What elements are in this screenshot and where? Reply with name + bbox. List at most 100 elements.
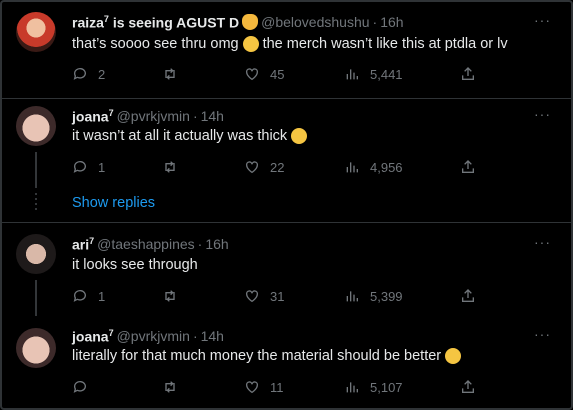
like-button[interactable]: 11 bbox=[244, 379, 284, 395]
avatar[interactable] bbox=[16, 234, 56, 274]
tweet-text: literally for that much money the materi… bbox=[72, 348, 462, 364]
views-icon bbox=[346, 162, 358, 173]
like-count: 22 bbox=[270, 159, 285, 175]
thread-line bbox=[35, 152, 37, 188]
like-icon bbox=[246, 161, 258, 174]
view-count: 5,441 bbox=[370, 66, 403, 82]
tweet-text: it wasn’t at all it actually was thick bbox=[72, 128, 308, 144]
display-name[interactable]: joana7 bbox=[72, 108, 114, 125]
share-button[interactable] bbox=[460, 66, 476, 82]
share-icon bbox=[462, 289, 474, 302]
retweet-button[interactable] bbox=[162, 288, 178, 304]
view-count: 4,956 bbox=[370, 159, 403, 175]
views-icon bbox=[346, 291, 358, 302]
separator-dot: · bbox=[192, 108, 198, 125]
like-button[interactable]: 22 bbox=[244, 159, 284, 175]
tweet-header: ari7 @taeshappines · 16h bbox=[72, 236, 229, 253]
share-button[interactable] bbox=[460, 159, 476, 175]
separator-dot: · bbox=[197, 236, 203, 253]
retweet-button[interactable] bbox=[162, 66, 178, 82]
reply-count: 2 bbox=[98, 66, 106, 82]
like-icon bbox=[246, 68, 258, 81]
reply-icon bbox=[73, 161, 86, 173]
more-icon[interactable]: ··· bbox=[534, 106, 551, 122]
more-icon[interactable]: ··· bbox=[534, 234, 551, 250]
tweet-header: joana7 @pvrkjvmin · 14h bbox=[72, 108, 224, 125]
timestamp[interactable]: 16h bbox=[380, 14, 403, 30]
timestamp[interactable]: 14h bbox=[201, 328, 224, 344]
reply-icon bbox=[73, 68, 86, 80]
views-icon bbox=[346, 382, 358, 393]
like-button[interactable]: 45 bbox=[244, 66, 284, 82]
display-name[interactable]: joana7 bbox=[72, 328, 114, 345]
retweet-button[interactable] bbox=[162, 159, 178, 175]
reply-count: 1 bbox=[98, 159, 106, 175]
display-name[interactable]: raiza7 is seeing AGUST D bbox=[72, 14, 239, 31]
reply-count: 1 bbox=[98, 288, 106, 304]
reply-button[interactable] bbox=[72, 379, 88, 395]
cat-emoji-icon bbox=[242, 14, 259, 31]
handle[interactable]: @belovedshushu bbox=[261, 14, 369, 30]
tweet-3[interactable]: ari7 @taeshappines · 16h ··· it looks se… bbox=[0, 224, 573, 320]
retweet-icon bbox=[165, 290, 175, 302]
retweet-icon bbox=[165, 161, 175, 173]
handle[interactable]: @taeshappines bbox=[97, 236, 195, 252]
handle[interactable]: @pvrkjvmin bbox=[117, 328, 190, 344]
confused-face-emoji-icon bbox=[445, 348, 462, 364]
like-button[interactable]: 31 bbox=[244, 288, 284, 304]
share-icon bbox=[462, 380, 474, 393]
share-icon bbox=[462, 160, 474, 173]
like-count: 11 bbox=[270, 379, 284, 395]
tweet-4[interactable]: joana7 @pvrkjvmin · 14h ··· literally fo… bbox=[0, 320, 573, 410]
action-bar: 11 5,107 bbox=[72, 379, 482, 397]
retweet-button[interactable] bbox=[162, 379, 178, 395]
like-icon bbox=[246, 381, 258, 394]
views-button[interactable]: 5,107 bbox=[344, 379, 403, 395]
avatar[interactable] bbox=[16, 12, 56, 52]
action-bar: 1 31 5,399 bbox=[72, 288, 482, 306]
tweet-text: that’s soooo see thru omg the merch wasn… bbox=[72, 36, 508, 52]
neutral-face-emoji-icon bbox=[291, 128, 308, 144]
action-bar: 2 45 5,441 bbox=[72, 66, 482, 84]
tweet-text: it looks see through bbox=[72, 257, 198, 273]
retweet-icon bbox=[165, 381, 175, 393]
retweet-icon bbox=[165, 68, 175, 80]
avatar[interactable] bbox=[16, 106, 56, 146]
thread-line bbox=[35, 280, 37, 316]
like-count: 31 bbox=[270, 288, 285, 304]
action-bar: 1 22 4,956 bbox=[72, 159, 482, 177]
views-button[interactable]: 5,441 bbox=[344, 66, 403, 82]
worried-face-emoji-icon bbox=[242, 36, 259, 52]
view-count: 5,107 bbox=[370, 379, 403, 395]
timestamp[interactable]: 14h bbox=[201, 108, 224, 124]
views-button[interactable]: 5,399 bbox=[344, 288, 403, 304]
tweet-1[interactable]: raiza7 is seeing AGUST D @belovedshushu … bbox=[0, 0, 573, 100]
more-icon[interactable]: ··· bbox=[534, 12, 551, 28]
view-count: 5,399 bbox=[370, 288, 403, 304]
timestamp[interactable]: 16h bbox=[205, 236, 228, 252]
share-icon bbox=[462, 67, 474, 80]
like-count: 45 bbox=[270, 66, 285, 82]
share-button[interactable] bbox=[460, 288, 476, 304]
avatar[interactable] bbox=[16, 328, 56, 368]
more-icon[interactable]: ··· bbox=[534, 326, 551, 342]
show-replies-link[interactable]: Show replies bbox=[72, 195, 155, 211]
reply-button[interactable]: 1 bbox=[72, 159, 105, 175]
thread-continuation-dots bbox=[35, 193, 37, 213]
separator-dot: · bbox=[372, 14, 378, 31]
like-icon bbox=[246, 290, 258, 303]
divider bbox=[0, 98, 573, 99]
views-button[interactable]: 4,956 bbox=[344, 159, 403, 175]
tweet-header: joana7 @pvrkjvmin · 14h bbox=[72, 328, 224, 345]
reply-icon bbox=[73, 290, 86, 302]
display-name[interactable]: ari7 bbox=[72, 236, 94, 253]
reply-icon bbox=[73, 381, 86, 393]
reply-button[interactable]: 2 bbox=[72, 66, 105, 82]
reply-button[interactable]: 1 bbox=[72, 288, 105, 304]
share-button[interactable] bbox=[460, 379, 476, 395]
separator-dot: · bbox=[192, 328, 198, 345]
handle[interactable]: @pvrkjvmin bbox=[117, 108, 190, 124]
divider bbox=[0, 222, 573, 223]
views-icon bbox=[346, 69, 358, 80]
tweet-header: raiza7 is seeing AGUST D @belovedshushu … bbox=[72, 14, 404, 31]
